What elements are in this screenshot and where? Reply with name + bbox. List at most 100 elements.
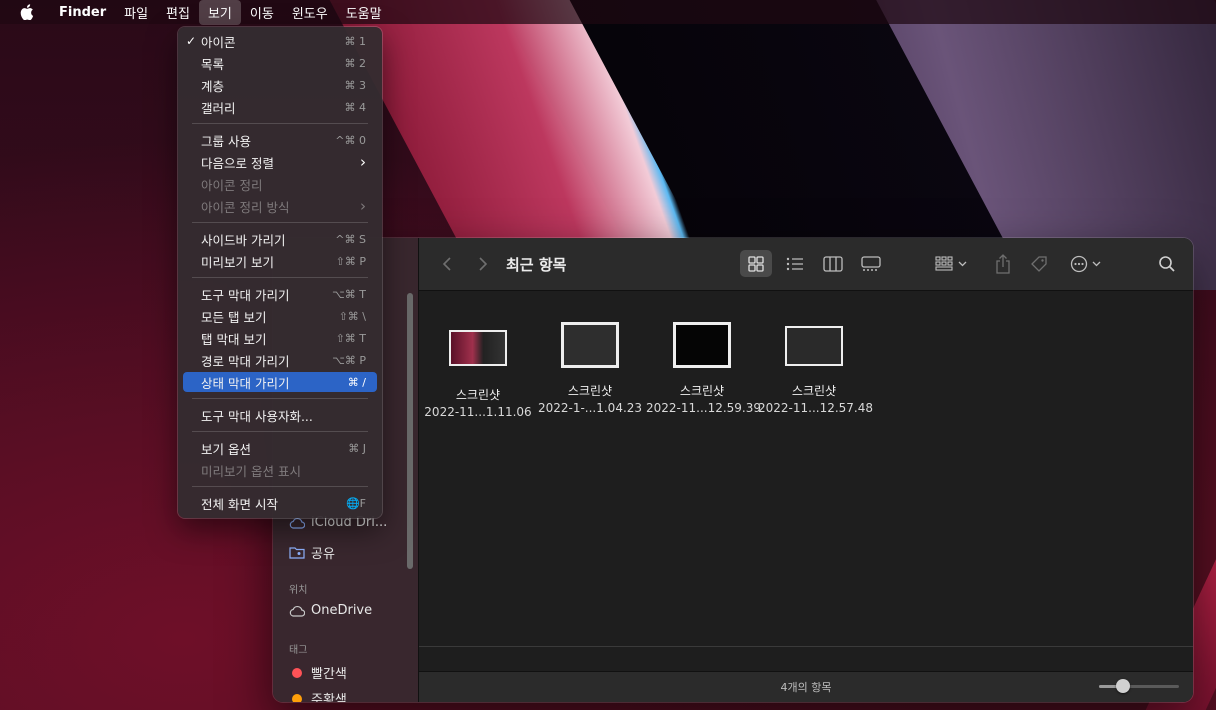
menu-item-list[interactable]: 목록 ⌘ 2 — [183, 53, 377, 73]
menu-item-shortcut: ⌘ 4 — [344, 100, 367, 114]
file-thumbnail — [561, 322, 619, 368]
sidebar-item-shared[interactable]: 공유 — [289, 543, 335, 562]
menu-item-label: 사이드바 가리기 — [201, 232, 286, 248]
file-date: 2022-11...12.57.48 — [758, 401, 874, 415]
file-thumbnail — [449, 330, 507, 366]
menu-separator — [192, 398, 368, 399]
list-view-icon[interactable] — [779, 250, 811, 277]
file-name: 스크린샷 — [455, 388, 501, 402]
menu-item-label: 목록 — [201, 56, 225, 72]
menu-item-label: 그룹 사용 — [201, 133, 251, 149]
column-view-icon[interactable] — [817, 250, 849, 277]
menu-item-icons[interactable]: ✓ 아이콘 ⌘ 1 — [183, 31, 377, 51]
menu-file[interactable]: 파일 — [115, 0, 157, 25]
menu-item-label: 아이콘 — [201, 34, 236, 50]
menu-item-clean-up-by: 아이콘 정리 방식 › — [183, 196, 377, 216]
file-item[interactable]: 스크린샷 2022-11...1.11.06 — [422, 326, 534, 419]
file-date: 2022-11...1.11.06 — [424, 405, 532, 419]
file-grid: 스크린샷 2022-11...1.11.06 스크린샷 2022-1-...1.… — [419, 291, 1193, 646]
file-item[interactable]: 스크린샷 2022-1-...1.04.23 — [534, 322, 646, 415]
sidebar-item-onedrive[interactable]: OneDrive — [289, 603, 372, 618]
icon-view-icon[interactable] — [740, 250, 772, 277]
menu-item-gallery[interactable]: 갤러리 ⌘ 4 — [183, 97, 377, 117]
apple-menu-icon[interactable] — [18, 3, 36, 21]
menu-bar: Finder 파일 편집 보기 이동 윈도우 도움말 — [0, 0, 1216, 25]
menu-item-use-groups[interactable]: 그룹 사용 ^⌘ 0 — [183, 130, 377, 150]
menu-item-shortcut: ^⌘ 0 — [335, 133, 366, 147]
tag-color-dot — [292, 693, 302, 702]
sidebar-item-label: 빨간색 — [311, 667, 347, 682]
sidebar-tag-red[interactable]: 빨간색 — [289, 663, 347, 682]
menu-app-finder[interactable]: Finder — [50, 2, 115, 23]
file-name: 스크린샷 — [567, 384, 613, 398]
view-menu-dropdown: ✓ 아이콘 ⌘ 1 목록 ⌘ 2 계층 ⌘ 3 갤러리 ⌘ 4 그룹 사용 ^⌘… — [178, 27, 382, 518]
shared-folder-icon — [289, 547, 305, 559]
cloud-icon — [289, 517, 305, 529]
menu-item-show-tab-bar[interactable]: 탭 막대 보기 ⇧⌘ T — [183, 328, 377, 348]
menu-item-label: 탭 막대 보기 — [201, 331, 267, 347]
more-actions-icon[interactable] — [1067, 250, 1109, 277]
main-pane: 최근 항목 스크린샷 2022-11...1.11.06 스크린샷 2022-1… — [419, 238, 1193, 702]
sidebar-section-tags: 태그 — [289, 645, 308, 656]
menu-item-hide-toolbar[interactable]: 도구 막대 가리기 ⌥⌘ T — [183, 284, 377, 304]
sidebar-scrollbar[interactable] — [407, 293, 413, 569]
tag-icon[interactable] — [1025, 250, 1053, 277]
search-icon[interactable] — [1153, 250, 1181, 277]
icon-size-slider[interactable] — [1099, 679, 1179, 693]
menu-item-label: 아이콘 정리 — [201, 177, 263, 193]
menu-item-columns[interactable]: 계층 ⌘ 3 — [183, 75, 377, 95]
menu-item-shortcut: ⌘ 2 — [344, 56, 367, 70]
gallery-view-icon[interactable] — [855, 250, 887, 277]
menu-separator — [192, 123, 368, 124]
menu-item-show-all-tabs[interactable]: 모든 탭 보기 ⇧⌘ \ — [183, 306, 377, 326]
file-thumbnail — [673, 322, 731, 368]
finder-window: iCloud Dri... 공유 위치 OneDrive 태그 빨간색 주황색 — [273, 238, 1193, 702]
path-bar — [419, 646, 1193, 673]
file-item[interactable]: 스크린샷 2022-11...12.57.48 — [758, 326, 874, 415]
menu-item-label: 보기 옵션 — [201, 441, 251, 457]
slider-knob[interactable] — [1116, 679, 1130, 693]
menu-separator — [192, 486, 368, 487]
group-icon[interactable] — [931, 250, 973, 277]
menu-item-shortcut: ⇧⌘ P — [335, 254, 366, 268]
menu-item-label: 아이콘 정리 방식 — [201, 199, 290, 215]
sidebar-item-label: 주황색 — [311, 693, 347, 702]
status-bar: 4개의 항목 — [419, 671, 1193, 702]
file-name: 스크린샷 — [791, 384, 837, 398]
back-chevron-icon[interactable] — [437, 253, 457, 275]
menu-item-label: 도구 막대 가리기 — [201, 287, 290, 303]
menu-item-shortcut: 🌐F — [345, 496, 366, 510]
menu-separator — [192, 431, 368, 432]
menu-item-label: 갤러리 — [201, 100, 236, 116]
menu-item-enter-full-screen[interactable]: 전체 화면 시작 🌐F — [183, 493, 377, 513]
sidebar-tag-orange[interactable]: 주황색 — [289, 689, 347, 702]
menu-item-shortcut: ⌘ 1 — [344, 34, 367, 48]
file-date: 2022-11...12.59.39 — [646, 401, 762, 415]
share-icon[interactable] — [989, 250, 1017, 277]
menu-view[interactable]: 보기 — [198, 0, 241, 25]
menu-item-view-options[interactable]: 보기 옵션 ⌘ J — [183, 438, 377, 458]
menu-item-hide-status-bar[interactable]: 상태 막대 가리기 ⌘ / — [183, 372, 377, 392]
menu-item-shortcut: ^⌘ S — [335, 232, 366, 246]
menu-item-label: 다음으로 정렬 — [201, 155, 274, 171]
file-item[interactable]: 스크린샷 2022-11...12.59.39 — [646, 322, 762, 415]
sidebar-item-label: 공유 — [311, 547, 335, 562]
menu-item-label: 계층 — [201, 78, 225, 94]
menu-item-label: 전체 화면 시작 — [201, 496, 278, 512]
item-count: 4개의 항목 — [780, 681, 832, 694]
forward-chevron-icon[interactable] — [473, 253, 493, 275]
menu-item-hide-sidebar[interactable]: 사이드바 가리기 ^⌘ S — [183, 229, 377, 249]
menu-window[interactable]: 윈도우 — [283, 0, 337, 25]
menu-item-customize-toolbar[interactable]: 도구 막대 사용자화... — [183, 405, 377, 425]
menu-item-preview-options: 미리보기 옵션 표시 — [183, 460, 377, 480]
menu-item-label: 도구 막대 사용자화... — [201, 408, 313, 424]
menu-item-shortcut: ⇧⌘ \ — [338, 309, 366, 323]
menu-item-show-preview[interactable]: 미리보기 보기 ⇧⌘ P — [183, 251, 377, 271]
menu-item-hide-path-bar[interactable]: 경로 막대 가리기 ⌥⌘ P — [183, 350, 377, 370]
menu-item-sort-by[interactable]: 다음으로 정렬 › — [183, 152, 377, 172]
menu-item-label: 미리보기 옵션 표시 — [201, 463, 301, 479]
menu-go[interactable]: 이동 — [241, 0, 283, 25]
menu-help[interactable]: 도움말 — [337, 0, 391, 25]
menu-edit[interactable]: 편집 — [157, 0, 199, 25]
menu-item-label: 모든 탭 보기 — [201, 309, 267, 325]
